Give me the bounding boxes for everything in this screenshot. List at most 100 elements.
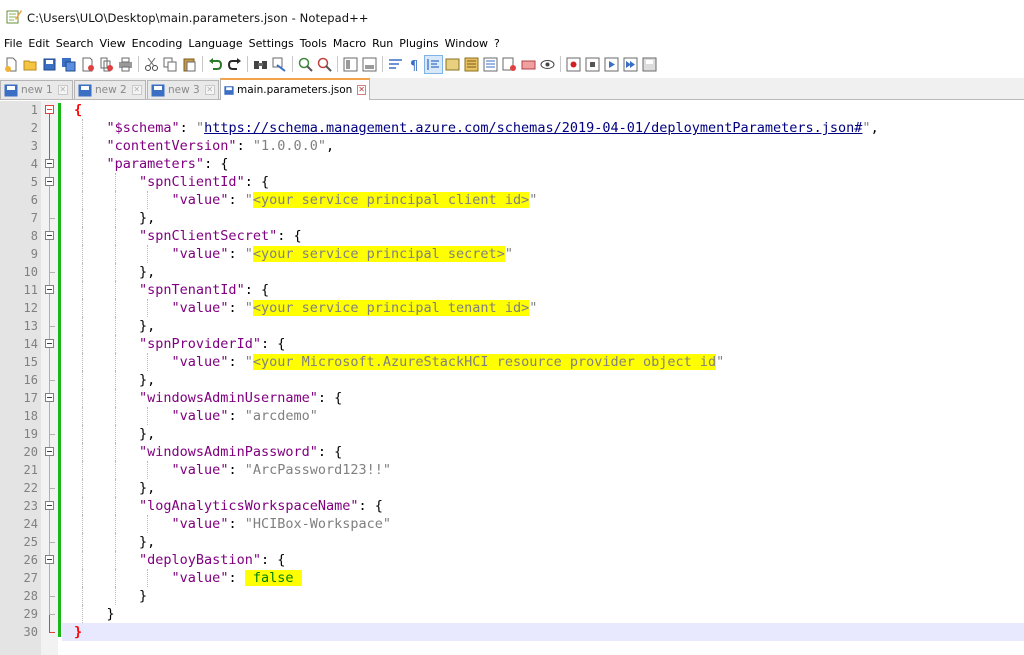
close-tab-icon[interactable]: ✕	[57, 85, 68, 95]
zoom-out-icon[interactable]	[316, 56, 333, 73]
menu-tools[interactable]: Tools	[300, 37, 333, 50]
save-all-icon[interactable]	[60, 56, 77, 73]
close-icon[interactable]	[79, 56, 96, 73]
new-file-icon[interactable]	[3, 56, 20, 73]
fold-toggle-icon[interactable]	[45, 285, 54, 294]
fold-toggle-icon[interactable]	[45, 393, 54, 402]
code-line[interactable]: {	[62, 101, 1024, 119]
code-line[interactable]: "value": "<your Microsoft.AzureStackHCI …	[62, 353, 1024, 371]
fold-toggle-icon[interactable]	[45, 159, 54, 168]
print-icon[interactable]	[117, 56, 134, 73]
code-line[interactable]: "logAnalyticsWorkspaceName": {	[62, 497, 1024, 515]
code-line[interactable]: "spnProviderId": {	[62, 335, 1024, 353]
code-line[interactable]: },	[62, 533, 1024, 551]
function-list-icon[interactable]	[482, 56, 499, 73]
fold-toggle-icon[interactable]	[45, 555, 54, 564]
code-line[interactable]: "value": "HCIBox-Workspace"	[62, 515, 1024, 533]
tab-new-3[interactable]: new 3 ✕	[147, 80, 219, 99]
show-all-chars-icon[interactable]: ¶	[406, 56, 423, 73]
indent-guide-icon[interactable]	[424, 54, 443, 74]
code-line[interactable]: "windowsAdminUsername": {	[62, 389, 1024, 407]
record-macro-icon[interactable]	[565, 56, 582, 73]
menu-window[interactable]: Window	[445, 37, 494, 50]
menu-plugins[interactable]: Plugins	[399, 37, 444, 50]
menu-encoding[interactable]: Encoding	[132, 37, 189, 50]
sync-vertical-icon[interactable]	[342, 56, 359, 73]
code-line[interactable]: "deployBastion": {	[62, 551, 1024, 569]
code-line[interactable]: "value": "<your service principal client…	[62, 191, 1024, 209]
editor[interactable]: 1 2 3 4 5 6 7 8 9 10 11 12 13 14 15 16 17 18 19 20 21 22 23 24 2…	[0, 101, 1024, 655]
open-file-icon[interactable]	[22, 56, 39, 73]
menu-help[interactable]: ?	[494, 37, 506, 50]
json-punctuation: :	[228, 516, 245, 532]
cut-icon[interactable]	[143, 56, 160, 73]
word-wrap-icon[interactable]	[387, 56, 404, 73]
menu-edit[interactable]: Edit	[28, 37, 55, 50]
code-line[interactable]: },	[62, 263, 1024, 281]
code-line[interactable]: }	[62, 605, 1024, 623]
menu-file[interactable]: File	[4, 37, 28, 50]
fold-toggle-icon[interactable]	[45, 501, 54, 510]
code-line[interactable]: "value": "arcdemo"	[62, 407, 1024, 425]
stop-macro-icon[interactable]	[584, 56, 601, 73]
code-line[interactable]: }	[62, 587, 1024, 605]
code-line[interactable]: "$schema": "https://schema.management.az…	[62, 119, 1024, 137]
copy-icon[interactable]	[162, 56, 179, 73]
run-macro-multiple-icon[interactable]	[622, 56, 639, 73]
menu-run[interactable]: Run	[372, 37, 399, 50]
tab-new-2[interactable]: new 2 ✕	[74, 80, 146, 99]
doc-map-icon[interactable]	[463, 56, 480, 73]
save-macro-icon[interactable]	[641, 56, 658, 73]
undo-icon[interactable]	[207, 56, 224, 73]
json-punctuation: ,	[870, 120, 879, 136]
tab-main-parameters-json[interactable]: main.parameters.json ✕	[220, 78, 370, 100]
menu-macro[interactable]: Macro	[333, 37, 372, 50]
paste-icon[interactable]	[181, 56, 198, 73]
code-line[interactable]: },	[62, 317, 1024, 335]
code-line[interactable]: }	[62, 623, 1024, 641]
folder-workspace-icon[interactable]	[501, 56, 518, 73]
fold-toggle-icon[interactable]	[45, 177, 54, 186]
tab-new-1[interactable]: new 1 ✕	[0, 80, 73, 99]
find-icon[interactable]	[252, 56, 269, 73]
code-line[interactable]: "parameters": {	[62, 155, 1024, 173]
code-line[interactable]: "spnClientSecret": {	[62, 227, 1024, 245]
zoom-in-icon[interactable]	[297, 56, 314, 73]
close-tab-icon[interactable]: ✕	[357, 85, 366, 95]
code-line[interactable]: },	[62, 209, 1024, 227]
close-all-icon[interactable]	[98, 56, 115, 73]
code-line[interactable]: },	[62, 425, 1024, 443]
code-line[interactable]: "value": "<your service principal secret…	[62, 245, 1024, 263]
code-line[interactable]: "spnTenantId": {	[62, 281, 1024, 299]
fold-toggle-icon[interactable]	[45, 447, 54, 456]
menu-search[interactable]: Search	[56, 37, 100, 50]
monitoring-icon[interactable]	[520, 56, 537, 73]
replace-icon[interactable]	[271, 56, 288, 73]
fold-toggle-icon[interactable]	[45, 231, 54, 240]
fold-toggle-icon[interactable]	[45, 105, 54, 114]
code-line[interactable]: "value": "<your service principal tenant…	[62, 299, 1024, 317]
menu-settings[interactable]: Settings	[249, 37, 300, 50]
code-line[interactable]: "value": "ArcPassword123!!"	[62, 461, 1024, 479]
save-icon[interactable]	[41, 56, 58, 73]
eye-icon[interactable]	[539, 56, 556, 73]
line-number-gutter: 1 2 3 4 5 6 7 8 9 10 11 12 13 14 15 16 17 18 19 20 21 22 23 24 2…	[0, 101, 41, 655]
code-line[interactable]: "spnClientId": {	[62, 173, 1024, 191]
menu-language[interactable]: Language	[188, 37, 248, 50]
udl-icon[interactable]	[444, 56, 461, 73]
close-tab-icon[interactable]: ✕	[131, 85, 142, 95]
play-macro-icon[interactable]	[603, 56, 620, 73]
code-area[interactable]: {"$schema": "https://schema.management.a…	[62, 101, 1024, 655]
json-key: "spnClientSecret"	[139, 228, 278, 244]
menu-view[interactable]: View	[100, 37, 132, 50]
code-line[interactable]: },	[62, 479, 1024, 497]
code-line[interactable]: "windowsAdminPassword": {	[62, 443, 1024, 461]
redo-icon[interactable]	[226, 56, 243, 73]
code-line[interactable]: "value": false	[62, 569, 1024, 587]
code-line[interactable]: "contentVersion": "1.0.0.0",	[62, 137, 1024, 155]
code-line[interactable]: },	[62, 371, 1024, 389]
sync-horizontal-icon[interactable]	[361, 56, 378, 73]
line-content: "value": "<your service principal tenant…	[172, 299, 537, 317]
fold-toggle-icon[interactable]	[45, 339, 54, 348]
close-tab-icon[interactable]: ✕	[204, 85, 215, 95]
